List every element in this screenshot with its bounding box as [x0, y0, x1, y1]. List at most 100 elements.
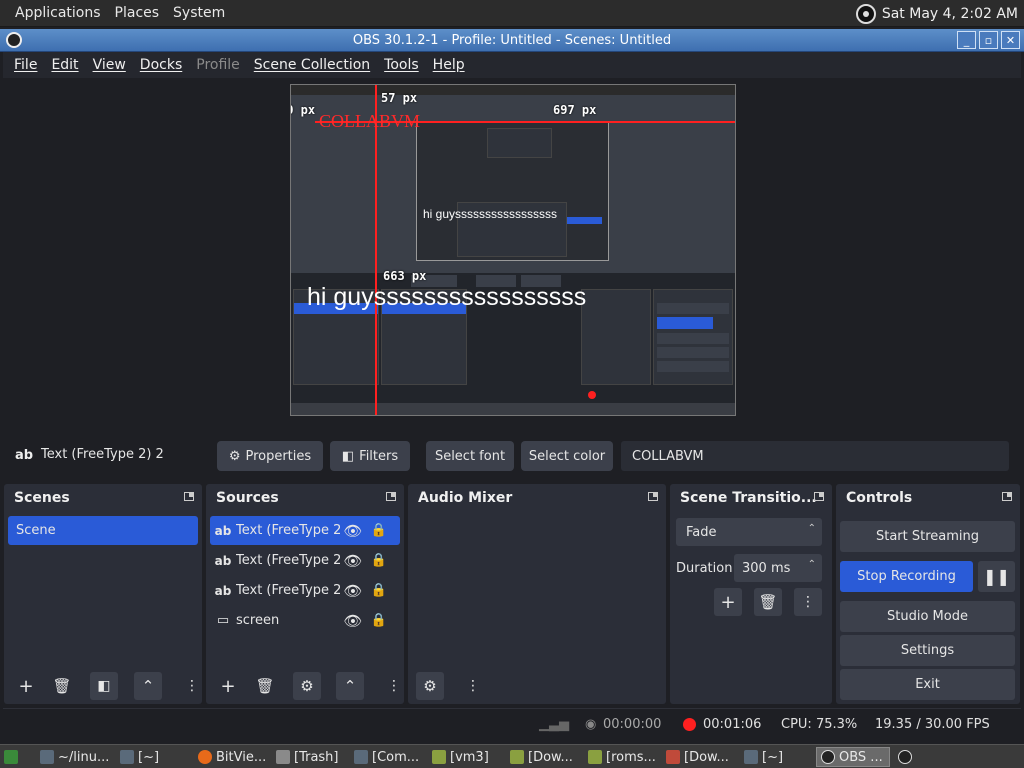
menu-tools[interactable]: Tools: [379, 57, 424, 73]
source-toolbar: ab Text (FreeType 2) 2 ⚙ Properties ◧ Fi…: [3, 438, 1021, 474]
remove-transition-icon[interactable]: 🗑: [754, 588, 782, 616]
exit-button[interactable]: Exit: [840, 669, 1015, 700]
studio-mode-button[interactable]: Studio Mode: [840, 601, 1015, 632]
text-source-icon: ab: [214, 583, 232, 598]
menu-edit[interactable]: Edit: [46, 57, 83, 73]
preview-canvas[interactable]: COLLABVM hi guysssssssssssssssss hi guys…: [290, 84, 736, 416]
lock-icon[interactable]: 🔒: [366, 523, 392, 538]
task-folder-downloads[interactable]: [Dow...: [506, 747, 582, 767]
applications-menu[interactable]: Applications: [8, 5, 108, 21]
nested-start-streaming: [657, 303, 729, 314]
add-transition-icon[interactable]: +: [714, 588, 742, 616]
menu-view[interactable]: View: [88, 57, 131, 73]
preview-area[interactable]: COLLABVM hi guysssssssssssssssss hi guys…: [3, 78, 1021, 434]
obs-icon: [821, 750, 835, 764]
scenes-toolbar: + 🗑 ◧ ⌃ ⋮: [4, 668, 202, 704]
panel-menu: Applications Places System: [0, 5, 232, 21]
source-name: Text (FreeType 2: [236, 523, 340, 538]
task-label: [~]: [762, 749, 784, 765]
stop-recording-button[interactable]: Stop Recording: [840, 561, 973, 592]
close-button[interactable]: ✕: [1001, 31, 1020, 49]
menu-bar: File Edit View Docks Profile Scene Colle…: [3, 52, 1021, 78]
more-options-icon[interactable]: ⋮: [178, 672, 206, 700]
task-terminal-1[interactable]: ~/linu...: [36, 747, 112, 767]
task-downloads-2[interactable]: [Dow...: [662, 747, 738, 767]
scenes-list[interactable]: Scene: [4, 512, 202, 662]
menu-scene-collection[interactable]: Scene Collection: [249, 57, 375, 73]
dock-float-icon[interactable]: [814, 492, 824, 501]
lock-icon[interactable]: 🔒: [366, 583, 392, 598]
start-streaming-button[interactable]: Start Streaming: [840, 521, 1015, 552]
task-folder-roms[interactable]: [roms...: [584, 747, 660, 767]
settings-button[interactable]: Settings: [840, 635, 1015, 666]
scene-item[interactable]: Scene: [8, 516, 198, 545]
task-terminal-3[interactable]: [~]: [740, 747, 812, 767]
minimize-button[interactable]: _: [957, 31, 976, 49]
nested-settings: [657, 347, 729, 358]
lock-icon[interactable]: 🔒: [366, 613, 392, 628]
obs-tray-icon[interactable]: [855, 4, 876, 24]
task-computer[interactable]: [Com...: [350, 747, 426, 767]
remove-scene-icon[interactable]: 🗑: [48, 672, 76, 700]
window-titlebar[interactable]: OBS 30.1.2-1 - Profile: Untitled - Scene…: [0, 29, 1024, 52]
gear-icon[interactable]: ⚙: [416, 672, 444, 700]
spin-arrows-icon[interactable]: ⌃: [808, 559, 816, 570]
nested-stop-rec: [657, 317, 713, 329]
task-obs-2[interactable]: [894, 747, 922, 767]
system-menu[interactable]: System: [166, 5, 232, 21]
transition-select[interactable]: Fade ⌃: [676, 518, 822, 546]
dock-float-icon[interactable]: [648, 492, 658, 501]
remove-source-icon[interactable]: 🗑: [251, 672, 279, 700]
sources-list[interactable]: ab Text (FreeType 2 👁 🔒 ab Text (FreeTyp…: [206, 512, 404, 662]
show-desktop-button[interactable]: [2, 747, 24, 767]
source-item[interactable]: ab Text (FreeType 2 👁 🔒: [210, 576, 400, 605]
pause-recording-button[interactable]: ❚❚: [978, 561, 1015, 592]
clock[interactable]: Sat May 4, 2:02 AM: [882, 6, 1018, 22]
select-font-button[interactable]: Select font: [426, 441, 514, 471]
gear-icon[interactable]: ⚙: [293, 672, 321, 700]
properties-button[interactable]: ⚙ Properties: [217, 441, 323, 471]
red-guide-vertical: [375, 85, 377, 415]
add-scene-icon[interactable]: +: [12, 672, 40, 700]
more-options-icon[interactable]: ⋮: [459, 672, 487, 700]
move-up-icon[interactable]: ⌃: [336, 672, 364, 700]
filters-button[interactable]: ◧ Filters: [330, 441, 410, 471]
select-color-button[interactable]: Select color: [521, 441, 613, 471]
task-trash[interactable]: [Trash]: [272, 747, 348, 767]
source-item[interactable]: ▭ screen 👁 🔒: [210, 606, 400, 635]
nested-stop-recording: [567, 217, 602, 224]
source-item[interactable]: ab Text (FreeType 2 👁 🔒: [210, 516, 400, 545]
duration-label: Duration: [676, 561, 733, 576]
add-source-icon[interactable]: +: [214, 672, 242, 700]
source-item[interactable]: ab Text (FreeType 2 👁 🔒: [210, 546, 400, 575]
task-obs[interactable]: OBS ...: [816, 747, 890, 767]
dock-float-icon[interactable]: [386, 492, 396, 501]
audio-mixer-toolbar: ⚙ ⋮: [408, 668, 666, 704]
more-options-icon[interactable]: ⋮: [380, 672, 408, 700]
transition-value: Fade: [686, 524, 717, 540]
eye-icon[interactable]: 👁: [340, 522, 366, 540]
places-menu[interactable]: Places: [108, 5, 167, 21]
task-folder-vm3[interactable]: [vm3]: [428, 747, 504, 767]
dock-float-icon[interactable]: [1002, 492, 1012, 501]
obs-icon: [898, 750, 912, 764]
eye-icon[interactable]: 👁: [340, 582, 366, 600]
task-terminal-2[interactable]: [~]: [116, 747, 192, 767]
scene-filters-icon[interactable]: ◧: [90, 672, 118, 700]
menu-help[interactable]: Help: [428, 57, 470, 73]
eye-icon[interactable]: 👁: [340, 612, 366, 630]
task-browser[interactable]: BitVie...: [194, 747, 268, 767]
maximize-button[interactable]: ▫: [979, 31, 998, 49]
text-input[interactable]: COLLABVM: [621, 441, 1009, 471]
duration-spinbox[interactable]: 300 ms ⌃: [734, 554, 822, 582]
panel-clock-area[interactable]: Sat May 4, 2:02 AM: [855, 4, 1018, 24]
move-up-icon[interactable]: ⌃: [134, 672, 162, 700]
lock-icon[interactable]: 🔒: [366, 553, 392, 568]
dock-float-icon[interactable]: [184, 492, 194, 501]
eye-icon[interactable]: 👁: [340, 552, 366, 570]
menu-file[interactable]: File: [9, 57, 42, 73]
more-options-icon[interactable]: ⋮: [794, 588, 822, 616]
obs-window-icon[interactable]: [6, 32, 22, 48]
menu-docks[interactable]: Docks: [135, 57, 187, 73]
stream-status-icon: ◉: [585, 717, 597, 732]
